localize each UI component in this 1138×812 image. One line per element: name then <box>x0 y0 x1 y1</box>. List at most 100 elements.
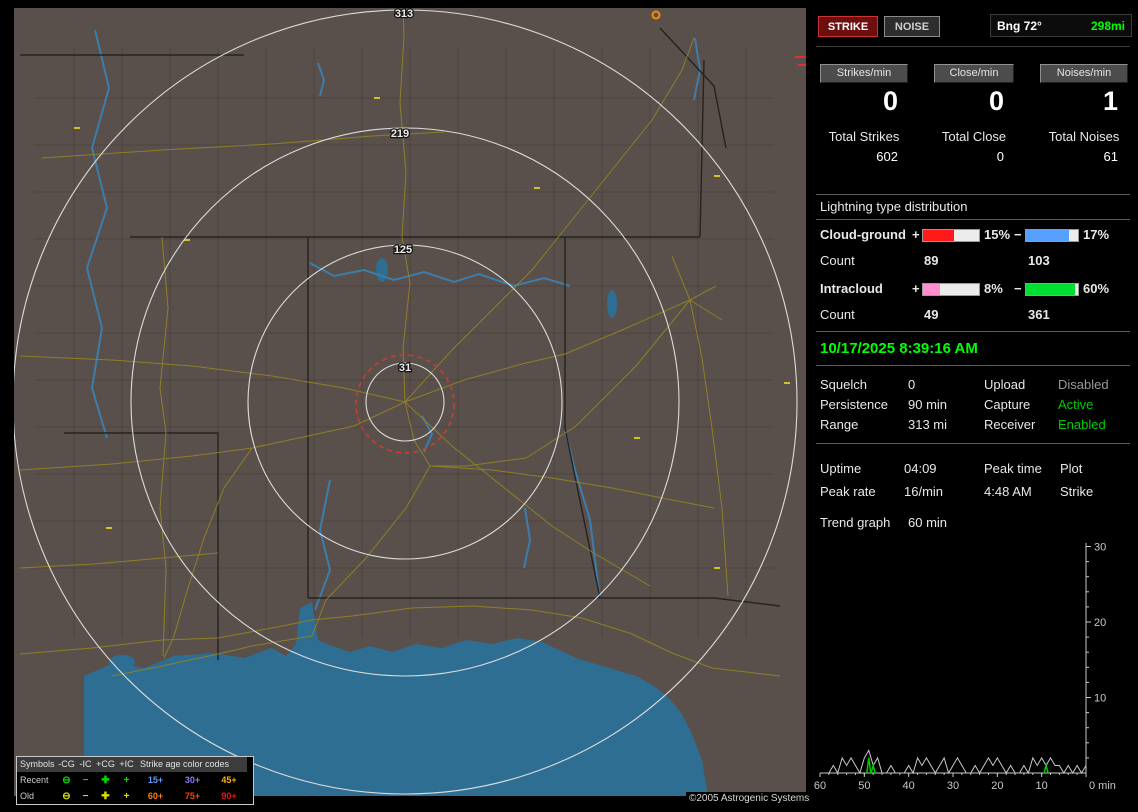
age-30: 30+ <box>174 775 211 785</box>
legend-recent-label: Recent <box>17 775 57 785</box>
ic-positive-bar <box>922 283 980 296</box>
uptime-label: Uptime <box>820 461 861 476</box>
cg-positive-count: 89 <box>924 253 938 268</box>
peak-rate-label: Peak rate <box>820 484 876 499</box>
strikes-rate-column: Strikes/min 0 Total Strikes 602 <box>820 64 908 164</box>
bearing-value: Bng 72° <box>997 19 1042 33</box>
close-rate-column: Close/min 0 Total Close 0 <box>934 64 1014 164</box>
ic-negative-bar-fill <box>1026 284 1075 295</box>
legend-col-pos-ic: +IC <box>116 757 137 772</box>
strikes-per-min-value: 0 <box>820 83 908 117</box>
distance-value: 298mi <box>1091 19 1125 33</box>
cg-negative-count: 103 <box>1028 253 1050 268</box>
noises-per-min-value: 1 <box>1040 83 1128 117</box>
svg-text:10: 10 <box>1094 693 1106 705</box>
ic-negative-bar <box>1025 283 1079 296</box>
distribution-header: Lightning type distribution <box>820 199 967 214</box>
divider <box>816 219 1130 220</box>
legend-symbols-header: Symbols <box>17 757 57 772</box>
cloud-ground-label: Cloud-ground <box>820 227 906 242</box>
persistence-label: Persistence <box>820 397 888 412</box>
divider <box>816 365 1130 366</box>
ic-positive-count: 49 <box>924 307 938 322</box>
squelch-label: Squelch <box>820 377 867 392</box>
pos-ic-recent-icon: + <box>116 775 137 786</box>
status-panel: STRIKE NOISE Bng 72° 298mi Strikes/min 0… <box>812 8 1134 804</box>
bearing-distance-box: Bng 72° 298mi <box>990 14 1132 37</box>
svg-text:40: 40 <box>903 780 915 792</box>
age-45: 45+ <box>211 775 247 785</box>
map-legend: Symbols -CG -IC +CG +IC Strike age color… <box>16 756 254 805</box>
range-value: 313 mi <box>908 417 947 432</box>
legend-col-neg-cg: -CG <box>57 757 76 772</box>
cg-negative-bar-fill <box>1026 230 1069 241</box>
neg-ic-old-icon: − <box>76 791 95 802</box>
total-close-value: 0 <box>934 149 1014 164</box>
cg-positive-bar <box>922 229 980 242</box>
strikes-per-min-button[interactable]: Strikes/min <box>820 64 908 83</box>
divider <box>816 46 1130 47</box>
svg-text:30: 30 <box>1094 542 1106 554</box>
total-strikes-value: 602 <box>820 149 908 164</box>
receiver-label: Receiver <box>984 417 1035 432</box>
trend-graph-label: Trend graph <box>820 515 890 530</box>
cg-positive-bar-fill <box>923 230 954 241</box>
pos-ic-old-icon: + <box>116 791 137 802</box>
svg-text:50: 50 <box>858 780 870 792</box>
ring-label-31: 31 <box>399 362 411 374</box>
neg-cg-recent-icon: ⊖ <box>57 775 76 786</box>
close-per-min-button[interactable]: Close/min <box>934 64 1014 83</box>
age-90: 90+ <box>211 791 247 801</box>
copyright-text: ©2005 Astrogenic Systems <box>686 792 812 805</box>
age-75: 75+ <box>174 791 211 801</box>
count-label: Count <box>820 307 855 322</box>
svg-text:10: 10 <box>1036 780 1048 792</box>
neg-cg-old-icon: ⊖ <box>57 791 76 802</box>
cg-negative-pct: 17% <box>1083 227 1109 242</box>
trend-window-value: 60 min <box>908 515 947 530</box>
svg-text:0 min: 0 min <box>1089 780 1116 792</box>
upload-status: Disabled <box>1058 377 1109 392</box>
peak-time-label: Peak time <box>984 461 1042 476</box>
minus-sign: − <box>1014 227 1022 242</box>
capture-status: Active <box>1058 397 1093 412</box>
divider <box>816 331 1130 332</box>
map-canvas[interactable]: 313 219 125 31 <box>14 8 806 796</box>
legend-old-label: Old <box>17 791 57 801</box>
legend-col-pos-cg: +CG <box>95 757 116 772</box>
total-strikes-label: Total Strikes <box>820 129 908 144</box>
ic-positive-pct: 8% <box>984 281 1003 296</box>
svg-text:20: 20 <box>1094 617 1106 629</box>
uptime-value: 04:09 <box>904 461 937 476</box>
upload-label: Upload <box>984 377 1025 392</box>
ring-label-313: 313 <box>395 8 413 20</box>
noise-mode-button[interactable]: NOISE <box>884 16 940 37</box>
noises-per-min-button[interactable]: Noises/min <box>1040 64 1128 83</box>
ring-label-219: 219 <box>391 128 409 140</box>
neg-ic-recent-icon: − <box>76 775 95 786</box>
minus-sign: − <box>1014 281 1022 296</box>
ring-label-125: 125 <box>394 244 412 256</box>
svg-text:30: 30 <box>947 780 959 792</box>
receiver-status: Enabled <box>1058 417 1106 432</box>
ic-negative-pct: 60% <box>1083 281 1109 296</box>
cg-positive-pct: 15% <box>984 227 1010 242</box>
pos-cg-recent-icon: ✚ <box>95 775 116 786</box>
pos-cg-old-icon: ✚ <box>95 791 116 802</box>
ic-negative-count: 361 <box>1028 307 1050 322</box>
divider <box>816 443 1130 444</box>
close-per-min-value: 0 <box>934 83 1014 117</box>
strike-mode-button[interactable]: STRIKE <box>818 16 878 37</box>
persistence-value: 90 min <box>908 397 947 412</box>
divider <box>816 194 1130 195</box>
plus-sign: + <box>912 227 920 242</box>
plot-label: Plot <box>1060 461 1082 476</box>
peak-rate-value: 16/min <box>904 484 943 499</box>
total-noises-value: 61 <box>1040 149 1128 164</box>
range-label: Range <box>820 417 858 432</box>
svg-text:20: 20 <box>991 780 1003 792</box>
peak-time-value: 4:48 AM <box>984 484 1032 499</box>
age-15: 15+ <box>137 775 174 785</box>
trend-graph: 1020306050403020100 min <box>814 535 1132 801</box>
total-noises-label: Total Noises <box>1040 129 1128 144</box>
